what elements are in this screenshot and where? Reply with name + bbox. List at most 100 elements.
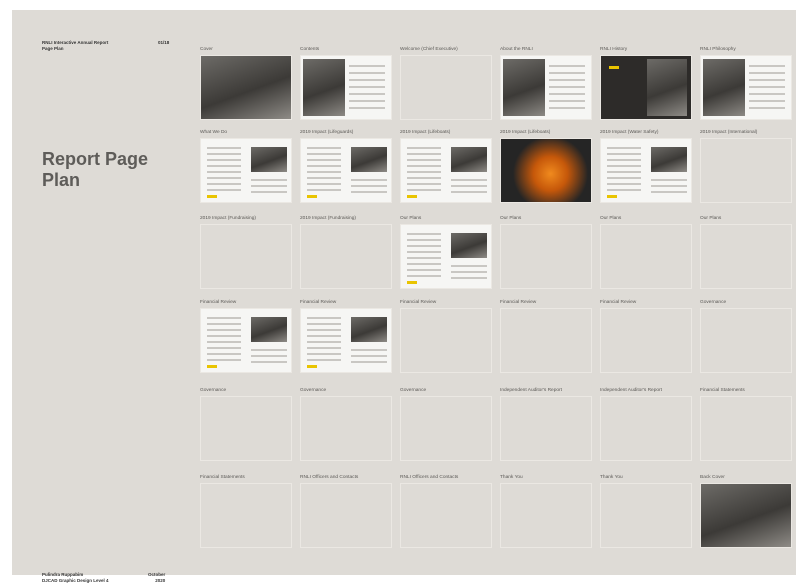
page-thumbnail — [200, 483, 292, 548]
text-line — [549, 79, 585, 81]
text-line — [207, 335, 241, 337]
page-label: Financial Statements — [700, 388, 745, 393]
text-line — [651, 185, 687, 187]
text-line — [607, 165, 641, 167]
page-thumbnail — [400, 138, 492, 203]
page-cell: Back Cover — [700, 475, 792, 548]
text-line — [451, 271, 487, 273]
page-thumbnail — [300, 224, 392, 289]
page-cell: 2019 Impact (International) — [700, 130, 792, 203]
inset-photo — [451, 147, 487, 172]
page-label: RNLI History — [600, 47, 628, 52]
page-cell: 2019 Impact (Lifeguards) — [300, 130, 392, 203]
text-line — [307, 317, 341, 319]
text-line — [351, 191, 387, 193]
text-line — [207, 341, 241, 343]
date-year: 2020 — [155, 578, 166, 583]
page-cell: RNLI Philosophy — [700, 47, 792, 120]
text-line — [207, 347, 241, 349]
accent-bar — [307, 195, 317, 198]
text-line — [307, 171, 341, 173]
inset-photo — [351, 147, 387, 172]
text-line — [607, 171, 641, 173]
header-subtitle: Page Plan — [42, 46, 64, 51]
page-label: 2019 Impact (Lifeboats) — [500, 130, 551, 135]
text-line — [549, 72, 585, 74]
page-label: Our Plans — [500, 216, 522, 221]
page-label: About the RNLI — [500, 47, 533, 52]
inset-photo — [251, 147, 287, 172]
page-cell: Financial Review — [600, 300, 692, 373]
accent-bar — [607, 195, 617, 198]
text-line — [307, 159, 341, 161]
page-thumbnail — [600, 396, 692, 461]
page-plan-sheet: RNLI Interactive Annual Report Page Plan… — [12, 10, 796, 583]
page-label: Our Plans — [600, 216, 622, 221]
text-line — [451, 265, 487, 267]
page-thumbnail — [300, 55, 392, 120]
text-line — [549, 100, 585, 102]
text-line — [407, 183, 441, 185]
inset-photo — [251, 317, 287, 342]
text-line — [349, 65, 385, 67]
document-spread — [401, 139, 491, 202]
accent-bar — [407, 281, 417, 284]
page-cell: Governance — [200, 388, 292, 461]
photo-spread — [201, 56, 291, 119]
footer-date: October 2020 — [148, 572, 165, 584]
text-line — [451, 185, 487, 187]
text-line — [749, 93, 785, 95]
accent-bar — [307, 365, 317, 368]
text-line — [451, 191, 487, 193]
text-line — [251, 349, 287, 351]
page-label: RNLI Officers and Contacts — [300, 475, 359, 480]
text-line — [407, 171, 441, 173]
document-spread — [201, 139, 291, 202]
page-cell: RNLI Officers and Contacts — [400, 475, 492, 548]
split-spread — [301, 56, 391, 119]
text-line — [549, 65, 585, 67]
page-thumbnail — [700, 224, 792, 289]
text-line — [407, 189, 441, 191]
text-line — [607, 177, 641, 179]
page-thumbnail — [400, 224, 492, 289]
course-name: DJCAD Graphic Design Level 4 — [42, 578, 109, 583]
text-line — [607, 159, 641, 161]
page-label: Financial Review — [600, 300, 637, 305]
page-cell: 2019 Impact (Lifeboats) — [400, 130, 492, 203]
page-label: Our Plans — [700, 216, 722, 221]
text-line — [307, 335, 341, 337]
text-line — [407, 147, 441, 149]
text-line — [307, 153, 341, 155]
text-line — [307, 189, 341, 191]
page-label: 2019 Impact (Fundraising) — [200, 216, 256, 221]
page-cell: Thank You — [600, 475, 692, 548]
page-label: Financial Review — [200, 300, 237, 305]
page-cell: Financial Review — [400, 300, 492, 373]
text-line — [749, 65, 785, 67]
text-line — [451, 179, 487, 181]
text-line — [307, 353, 341, 355]
page-cell: Our Plans — [400, 216, 492, 289]
page-label: 2019 Impact (Lifeguards) — [300, 130, 354, 135]
text-line — [351, 185, 387, 187]
text-line — [349, 107, 385, 109]
text-line — [407, 251, 441, 253]
page-thumbnail — [700, 308, 792, 373]
page-label: Financial Review — [400, 300, 437, 305]
page-thumbnail — [600, 138, 692, 203]
page-cell: 2019 Impact (Lifeboats) — [500, 130, 592, 203]
page-cell: Thank You — [500, 475, 592, 548]
page-cell: What We Do — [200, 130, 292, 203]
page-cell: Governance — [400, 388, 492, 461]
text-line — [207, 171, 241, 173]
page-thumbnail — [500, 138, 592, 203]
text-line — [207, 353, 241, 355]
page-thumbnail — [700, 396, 792, 461]
page-cell: 2019 Impact (Water Safety) — [600, 130, 692, 203]
text-line — [207, 183, 241, 185]
text-line — [349, 79, 385, 81]
page-number: 01/18 — [158, 40, 170, 45]
text-line — [749, 107, 785, 109]
page-cell: Independent Auditor's Report — [600, 388, 692, 461]
